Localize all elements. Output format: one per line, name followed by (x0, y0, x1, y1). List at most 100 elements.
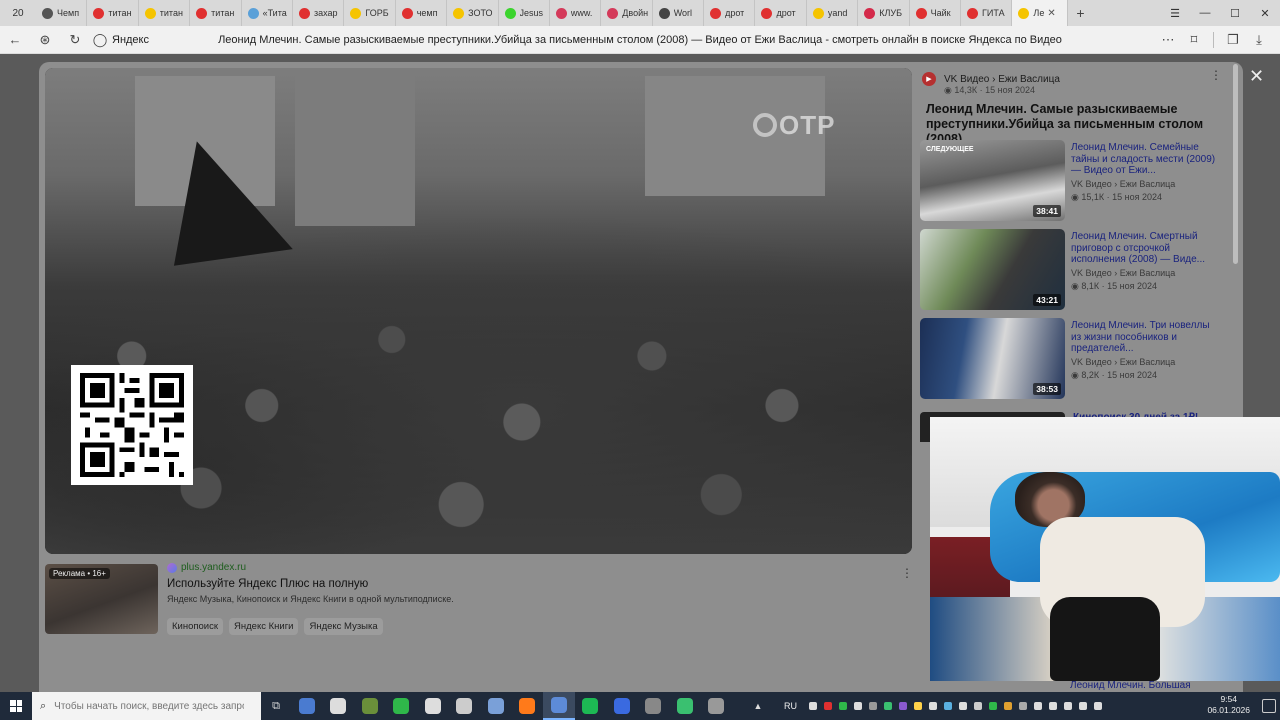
taskbar-search[interactable]: ⌕ (32, 692, 261, 720)
ad-thumbnail[interactable]: Реклама • 16+ (45, 564, 158, 634)
tray-icon[interactable] (929, 702, 937, 710)
browser-tab[interactable]: ГИТА (961, 0, 1013, 26)
start-button[interactable] (0, 692, 32, 720)
browser-tab[interactable]: дрот (755, 0, 807, 26)
pinned-app[interactable] (701, 692, 733, 720)
pinned-app[interactable] (386, 692, 418, 720)
related-video[interactable]: СЛЕДУЮЩЕЕ 38:41 Леонид Млечин. Семейные … (920, 140, 1226, 222)
tray-icon[interactable] (1034, 702, 1042, 710)
tray-icon[interactable] (1049, 702, 1057, 710)
pinned-app[interactable] (543, 692, 575, 720)
related-video-title[interactable]: Леонид Млечин. Смертный приговор с отсро… (1071, 231, 1216, 266)
pinned-app[interactable] (417, 692, 449, 720)
related-video-title[interactable]: Леонид Млечин. Семейные тайны и сладость… (1071, 142, 1216, 177)
close-window-icon[interactable]: ✕ (1250, 0, 1280, 26)
video-thumbnail[interactable]: СЛЕДУЮЩЕЕ 38:41 (920, 140, 1065, 221)
menu-icon[interactable]: ☰ (1160, 0, 1190, 26)
close-tab-icon[interactable]: ✕ (1047, 8, 1055, 19)
browser-tab[interactable]: титан (139, 0, 191, 26)
tray-icon[interactable] (1004, 702, 1012, 710)
browser-tab[interactable]: титан (190, 0, 242, 26)
browser-tab[interactable]: КЛУБ (858, 0, 910, 26)
browser-tab[interactable]: Jesus (499, 0, 550, 26)
browser-tab[interactable]: Ле ✕ (1012, 0, 1069, 26)
clock[interactable]: 9:54 06.01.2026 (1207, 694, 1250, 716)
pinned-app[interactable] (291, 692, 323, 720)
browser-tab[interactable]: Чайк (910, 0, 962, 26)
browser-tab[interactable]: Worl (653, 0, 705, 26)
video-player[interactable]: ОТР (45, 68, 912, 554)
browser-tab[interactable]: www. (550, 0, 602, 26)
scrollbar[interactable] (1233, 64, 1238, 264)
channel-name[interactable]: VK Видео › Ежи Васлица (944, 74, 1060, 85)
more-icon[interactable]: ⋯ (1155, 26, 1181, 54)
browser-tab[interactable]: ГОРБ (344, 0, 396, 26)
tray-icon[interactable] (869, 702, 877, 710)
tray-icon[interactable] (884, 702, 892, 710)
tray-icon[interactable] (989, 702, 997, 710)
related-video-channel[interactable]: VK Видео › Ежи Васлица (1071, 268, 1175, 278)
site-name[interactable]: Яндекс (112, 34, 149, 46)
tray-icon[interactable] (959, 702, 967, 710)
pinned-app[interactable] (512, 692, 544, 720)
tray-icon[interactable] (1094, 702, 1102, 710)
related-video[interactable]: 38:53 Леонид Млечин. Три новеллы из жизн… (920, 318, 1226, 400)
channel-row[interactable]: ▶ VK Видео › Ежи Васлица (922, 72, 1060, 86)
bookmark-icon[interactable]: ⌑ (1181, 26, 1207, 54)
tray-icon[interactable] (1064, 702, 1072, 710)
browser-tab[interactable]: чемп (396, 0, 448, 26)
pinned-app[interactable] (354, 692, 386, 720)
browser-tab[interactable]: Двойн (601, 0, 653, 26)
language-indicator[interactable]: RU (784, 701, 797, 711)
ad-title[interactable]: Используйте Яндекс Плюс на полную (167, 578, 368, 590)
pinned-app[interactable] (449, 692, 481, 720)
video-thumbnail[interactable]: 43:21 (920, 229, 1065, 310)
pinned-app[interactable] (323, 692, 355, 720)
search-input[interactable] (54, 700, 245, 712)
kebab-menu-icon[interactable]: ⋮ (901, 566, 913, 580)
tray-icon[interactable] (839, 702, 847, 710)
browser-tab[interactable]: Чемп (36, 0, 88, 26)
tray-icon[interactable] (1019, 702, 1027, 710)
pinned-app[interactable] (575, 692, 607, 720)
download-icon[interactable]: ⤓ (1246, 26, 1272, 54)
browser-tab[interactable]: yand (807, 0, 859, 26)
tray-icon[interactable] (944, 702, 952, 710)
ad-block[interactable]: Реклама • 16+ plus.yandex.ru Используйте… (45, 562, 913, 642)
ad-domain[interactable]: plus.yandex.ru (181, 562, 246, 573)
related-video-title[interactable]: Леонид Млечин. Большая (1070, 680, 1191, 691)
protect-icon[interactable]: ⊛ (30, 26, 60, 54)
browser-tab[interactable]: «Тита (242, 0, 293, 26)
browser-tab[interactable]: титан (87, 0, 139, 26)
pinned-app[interactable] (480, 692, 512, 720)
site-info-icon[interactable]: ◯ (90, 26, 110, 54)
maximize-icon[interactable]: ☐ (1220, 0, 1250, 26)
back-icon[interactable]: ← (0, 26, 30, 54)
close-icon[interactable]: ✕ (1249, 66, 1264, 87)
tray-icon[interactable] (854, 702, 862, 710)
pinned-app[interactable] (638, 692, 670, 720)
browser-tab[interactable]: захар (293, 0, 345, 26)
ad-tag[interactable]: Яндекс Музыка (304, 618, 383, 635)
ad-domain-row[interactable]: plus.yandex.ru (167, 562, 246, 573)
tray-icon[interactable] (914, 702, 922, 710)
related-video-channel[interactable]: VK Видео › Ежи Васлица (1071, 357, 1175, 367)
related-video-channel[interactable]: VK Видео › Ежи Васлица (1071, 179, 1175, 189)
tab-counter[interactable]: 20 (0, 0, 36, 26)
reload-icon[interactable]: ↻ (60, 26, 90, 54)
minimize-icon[interactable]: — (1190, 0, 1220, 26)
related-video[interactable]: 43:21 Леонид Млечин. Смертный приговор с… (920, 229, 1226, 311)
collections-icon[interactable]: ❐ (1220, 26, 1246, 54)
tray-icon[interactable] (899, 702, 907, 710)
browser-tab[interactable]: ЗОТО (447, 0, 499, 26)
related-video-title[interactable]: Леонид Млечин. Три новеллы из жизни посо… (1071, 320, 1216, 355)
chevron-up-icon[interactable]: ▲ (752, 701, 764, 711)
tray-icon[interactable] (974, 702, 982, 710)
new-tab-button[interactable]: + (1068, 0, 1092, 26)
pinned-app[interactable] (669, 692, 701, 720)
task-view-icon[interactable]: ⧉ (261, 692, 291, 720)
ad-tag[interactable]: Яндекс Книги (229, 618, 299, 635)
ad-tag[interactable]: Кинопоиск (167, 618, 224, 635)
tray-icon[interactable] (1079, 702, 1087, 710)
notifications-icon[interactable] (1262, 699, 1276, 713)
